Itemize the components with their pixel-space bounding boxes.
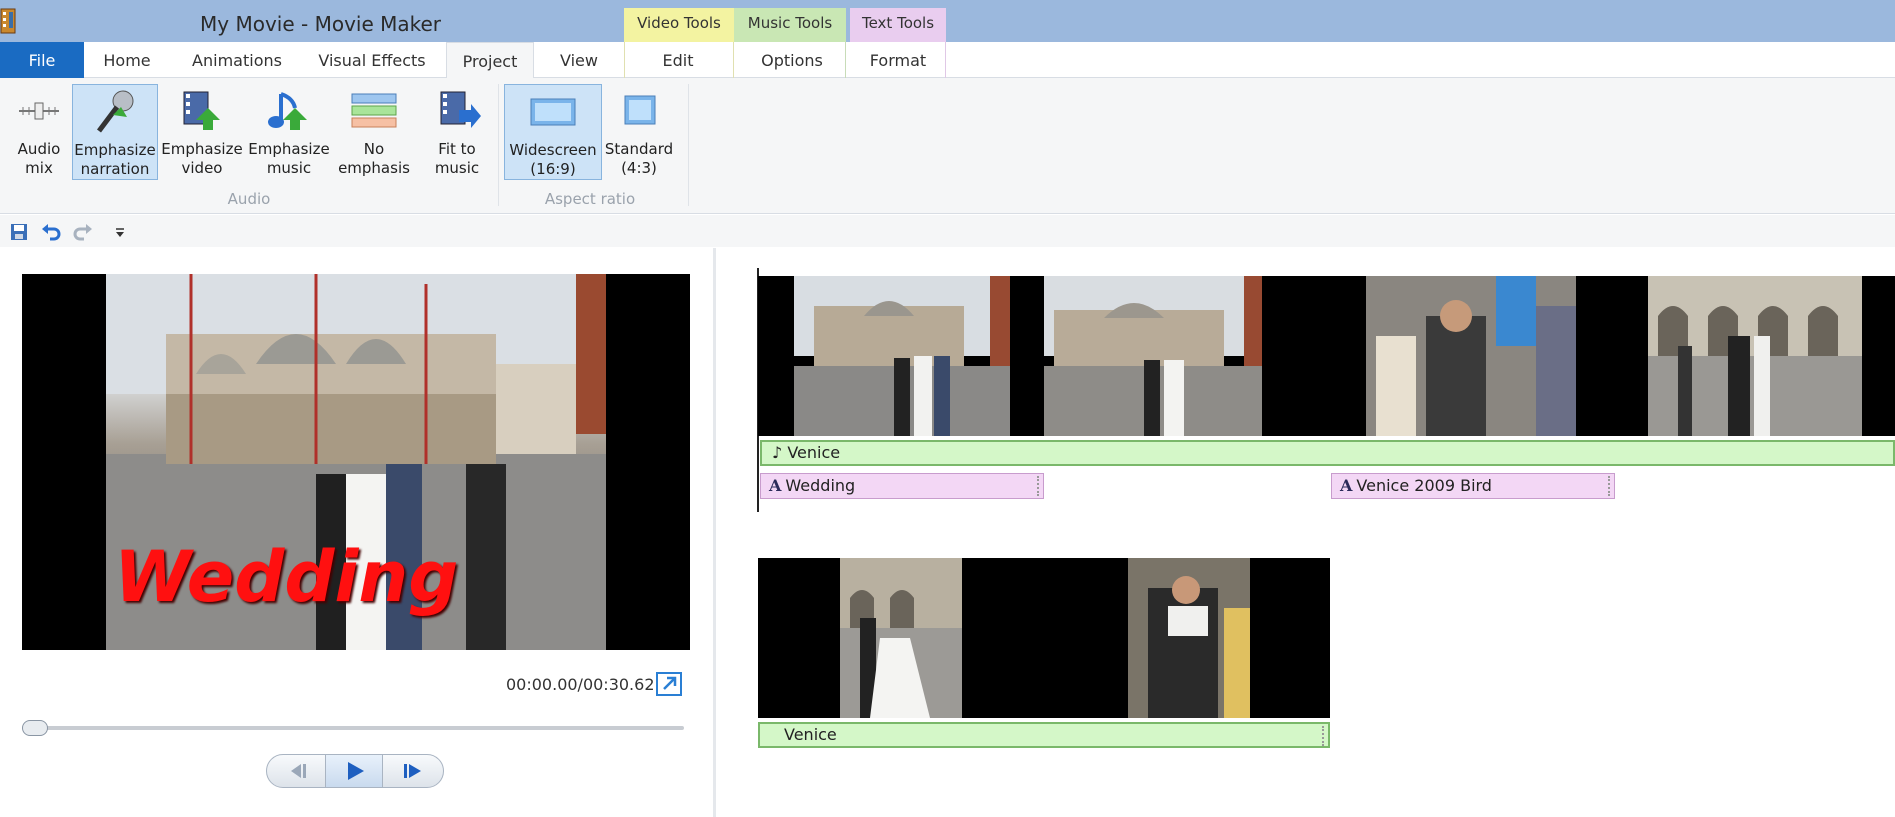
context-tab-video-tools: Video Tools	[624, 8, 734, 42]
text-track-bar-1[interactable]: A Wedding	[760, 473, 1044, 499]
emphasize-video-button[interactable]: Emphasize video	[160, 84, 244, 180]
resize-grip[interactable]	[1322, 726, 1324, 746]
text-track-label-1: Wedding	[785, 476, 856, 495]
movie-maker-app-icon[interactable]	[0, 8, 16, 34]
tab-format[interactable]: Format	[852, 42, 944, 78]
text-track-label-2: Venice 2009 Bird	[1356, 476, 1492, 495]
tab-options[interactable]: Options	[744, 42, 840, 78]
widescreen-button[interactable]: Widescreen (16:9)	[504, 84, 602, 180]
timecode-display: 00:00.00/00:30.62	[506, 675, 655, 694]
previous-frame-button[interactable]	[267, 755, 325, 787]
audio-mix-label-1: Audio	[17, 140, 61, 158]
audio-group-label: Audio	[227, 190, 271, 208]
music-note-icon: ♪	[772, 443, 783, 462]
text-caption-icon: A	[1340, 476, 1353, 495]
emphasize-narration-label-1: Emphasize	[74, 141, 156, 159]
fit-to-music-label-2: music	[434, 159, 480, 177]
preview-caption-text: Wedding	[114, 536, 459, 618]
widescreen-icon	[529, 89, 577, 135]
standard-label-2: (4:3)	[621, 159, 657, 177]
customize-toolbar-chevron-icon[interactable]	[110, 221, 132, 243]
stacked-tracks-icon	[350, 88, 398, 134]
emphasize-music-label-2: music	[266, 159, 312, 177]
clip-strip-row-2[interactable]	[758, 558, 1330, 718]
quick-access-toolbar	[0, 215, 1895, 247]
emphasize-music-label-1: Emphasize	[248, 140, 330, 158]
emphasize-narration-button[interactable]: Emphasize narration	[72, 84, 158, 180]
clip-frame-1[interactable]	[794, 276, 1010, 436]
audio-mix-slider-icon	[15, 88, 63, 134]
clip-strip-row-1[interactable]	[758, 276, 1895, 436]
tab-animations[interactable]: Animations	[182, 42, 292, 78]
emphasize-music-button[interactable]: Emphasize music	[246, 84, 332, 180]
no-emphasis-label-1: No	[363, 140, 385, 158]
save-icon[interactable]	[8, 221, 30, 243]
play-button[interactable]	[325, 755, 383, 787]
clip-frame-6[interactable]	[1128, 558, 1250, 718]
pane-divider[interactable]	[713, 248, 716, 817]
fullscreen-preview-button[interactable]	[656, 672, 682, 696]
audio-mix-button[interactable]: Audio mix	[4, 84, 74, 180]
tab-edit[interactable]: Edit	[640, 42, 716, 78]
audio-mix-label-2: mix	[25, 159, 53, 177]
seek-thumb[interactable]	[22, 720, 48, 736]
standard-aspect-icon	[615, 88, 663, 134]
title-bar: My Movie - Movie Maker Video Tools Music…	[0, 0, 1895, 42]
next-frame-button[interactable]	[385, 755, 443, 787]
standard-button[interactable]: Standard (4:3)	[602, 84, 676, 180]
clip-frame-5[interactable]	[840, 558, 962, 718]
fit-to-music-label-1: Fit to	[438, 140, 476, 158]
play-icon	[348, 762, 364, 780]
no-emphasis-label-2: emphasis	[338, 159, 410, 177]
widescreen-label-1: Widescreen	[509, 141, 597, 159]
emphasize-video-label-2: video	[181, 159, 223, 177]
music-track-bar-2[interactable]: Venice	[758, 722, 1330, 748]
window-title: My Movie - Movie Maker	[200, 12, 442, 36]
filmstrip-up-arrow-icon	[178, 88, 226, 134]
aspect-ratio-group-label: Aspect ratio	[544, 190, 636, 208]
ribbon-group-separator	[498, 84, 499, 206]
tab-home[interactable]: Home	[92, 42, 162, 78]
previous-frame-icon	[291, 764, 306, 778]
expand-arrow-icon	[663, 676, 677, 690]
context-tab-text-tools: Text Tools	[850, 8, 946, 42]
text-track-bar-2[interactable]: A Venice 2009 Bird	[1331, 473, 1615, 499]
filmstrip-fit-arrow-icon	[433, 88, 481, 134]
fit-to-music-button[interactable]: Fit to music	[420, 84, 494, 180]
preview-pane: Wedding 00:00.00/00:30.62	[0, 248, 714, 817]
tab-project[interactable]: Project	[446, 42, 534, 79]
standard-label-1: Standard	[604, 140, 674, 158]
tab-visual-effects[interactable]: Visual Effects	[312, 42, 432, 78]
widescreen-label-2: (16:9)	[530, 160, 576, 178]
playback-controls	[266, 754, 444, 788]
resize-grip[interactable]	[1608, 476, 1610, 496]
context-tab-music-tools: Music Tools	[734, 8, 846, 42]
clip-frame-4[interactable]	[1648, 276, 1862, 436]
ribbon-group-separator	[688, 84, 689, 206]
seek-bar[interactable]	[22, 720, 684, 736]
next-frame-icon	[404, 764, 421, 778]
ribbon-project: Audio mix Emphasize narration Emphasize …	[0, 78, 1895, 214]
music-track-label: Venice	[787, 443, 841, 462]
emphasize-narration-label-2: narration	[80, 160, 150, 178]
music-track-bar[interactable]: ♪ Venice	[760, 440, 1895, 466]
tab-file[interactable]: File	[0, 42, 84, 78]
clip-frame-3[interactable]	[1366, 276, 1576, 436]
no-emphasis-button[interactable]: No emphasis	[336, 84, 412, 180]
microphone-icon	[91, 89, 139, 135]
emphasize-video-label-1: Emphasize	[161, 140, 243, 158]
undo-icon[interactable]	[40, 221, 62, 243]
text-caption-icon: A	[769, 476, 782, 495]
video-preview[interactable]: Wedding	[22, 274, 690, 650]
clip-frame-2[interactable]	[1044, 276, 1262, 436]
tab-view[interactable]: View	[546, 42, 612, 78]
music-track-label-2: Venice	[784, 725, 837, 744]
ribbon-tab-row: File Home Animations Visual Effects Proj…	[0, 42, 1895, 79]
resize-grip[interactable]	[1037, 476, 1039, 496]
redo-icon[interactable]	[72, 221, 94, 243]
music-note-up-arrow-icon	[265, 88, 313, 134]
